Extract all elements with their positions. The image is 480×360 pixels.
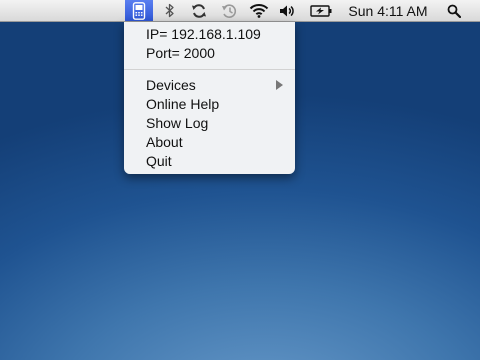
menubar-clock[interactable]: Sun 4:11 AM [340, 0, 436, 21]
menu-item-about[interactable]: About [146, 133, 183, 151]
menu-item-online-help[interactable]: Online Help [146, 95, 219, 113]
volume-icon[interactable] [277, 0, 297, 21]
wifi-icon[interactable] [247, 0, 271, 21]
battery-icon[interactable] [308, 0, 334, 21]
phone-remote-icon[interactable] [125, 0, 153, 21]
ip-address-label: IP= 192.168.1.109 [146, 26, 261, 42]
bluetooth-icon[interactable] [162, 0, 178, 21]
submenu-arrow-icon [276, 80, 283, 90]
port-label: Port= 2000 [146, 45, 215, 61]
sync-icon[interactable] [189, 0, 209, 21]
menu-separator [124, 69, 295, 70]
status-dropdown-menu: IP= 192.168.1.109 Port= 2000 Devices Onl… [124, 22, 295, 174]
desktop: Sun 4:11 AM IP= 192.168.1.109 Port= 2000… [0, 0, 480, 360]
menu-bar: Sun 4:11 AM [0, 0, 480, 22]
time-machine-icon[interactable] [219, 0, 239, 21]
menu-item-devices[interactable]: Devices [146, 76, 196, 94]
menu-item-quit[interactable]: Quit [146, 152, 172, 170]
menu-item-show-log[interactable]: Show Log [146, 114, 208, 132]
spotlight-icon[interactable] [444, 0, 464, 21]
